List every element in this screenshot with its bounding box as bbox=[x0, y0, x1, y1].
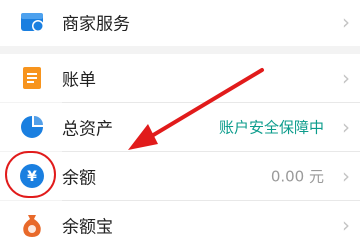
annotation-arrow bbox=[128, 68, 264, 150]
